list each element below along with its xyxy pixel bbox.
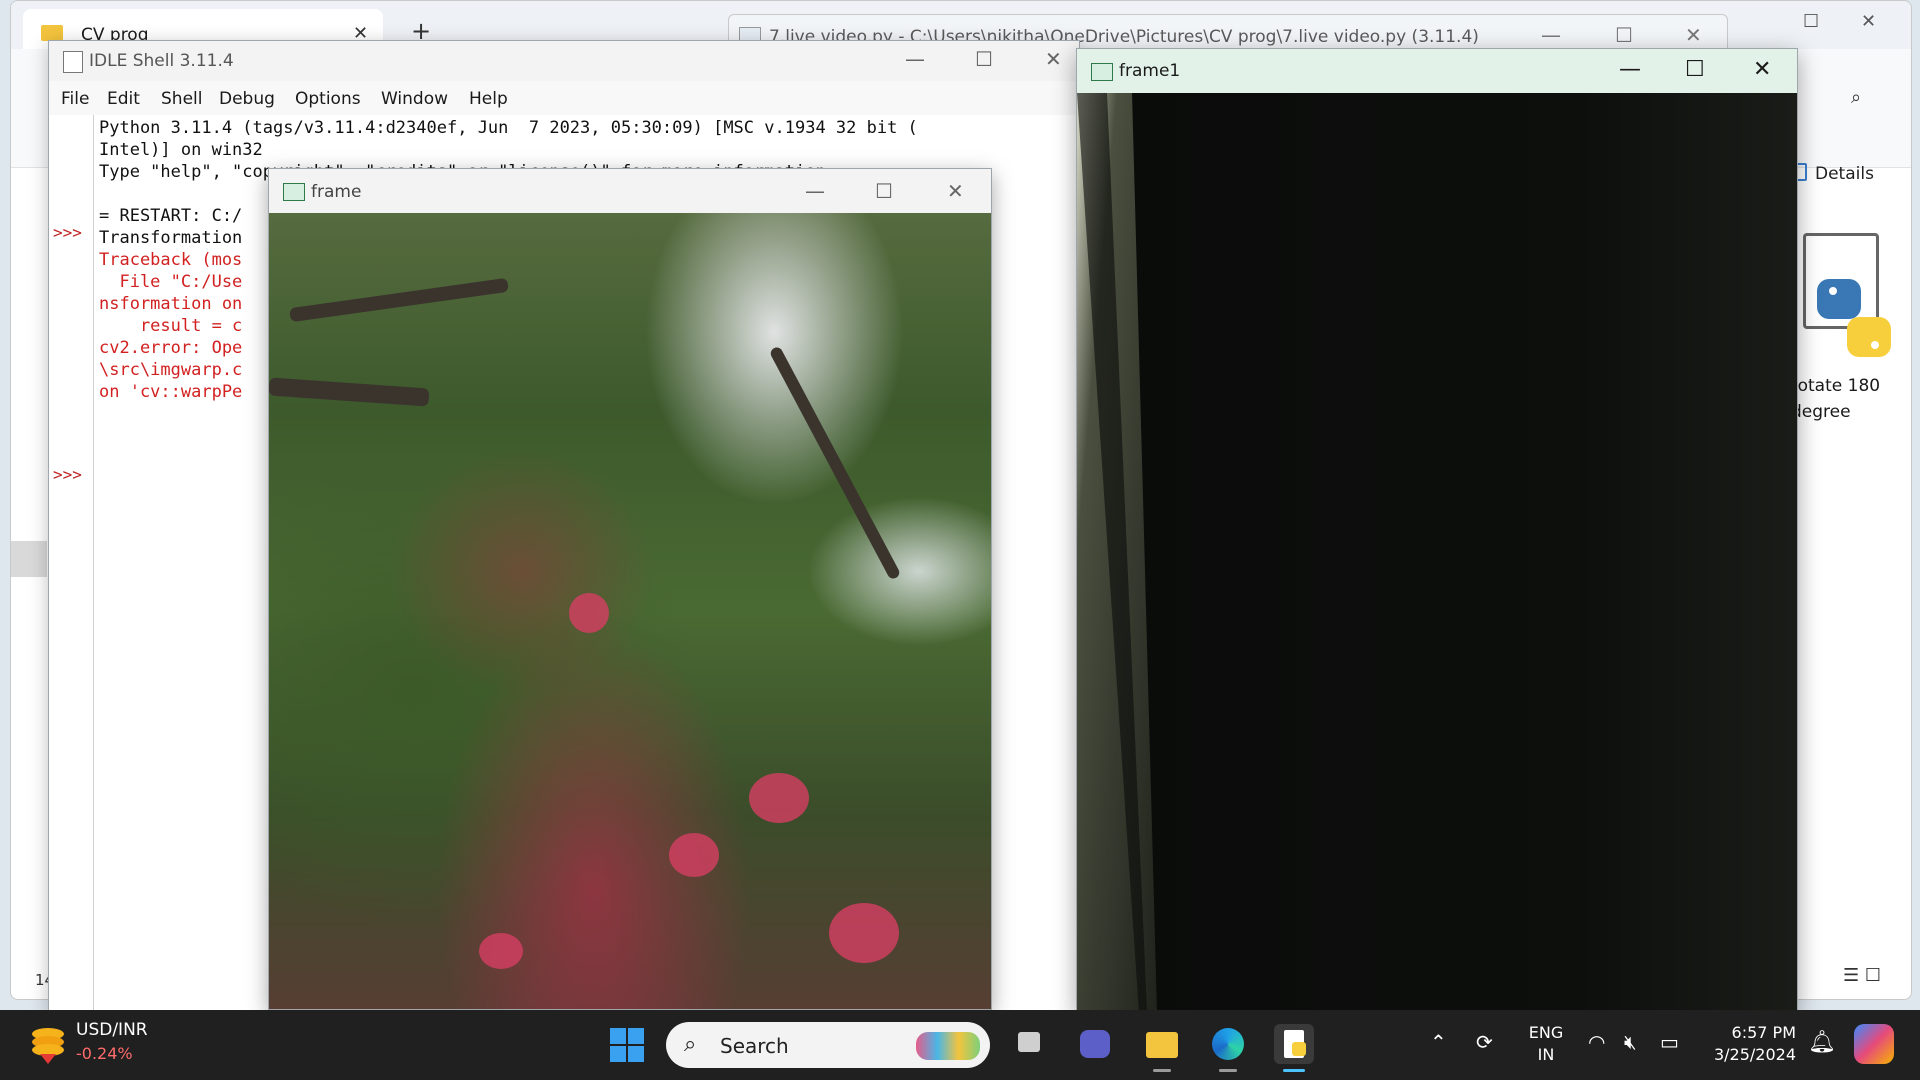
menu-edit[interactable]: Edit xyxy=(107,89,140,109)
maximize-icon[interactable]: ☐ xyxy=(1685,57,1705,82)
minimize-icon[interactable]: — xyxy=(905,47,925,71)
maximize-icon[interactable]: ☐ xyxy=(975,47,993,71)
task-view-icon[interactable] xyxy=(1010,1024,1050,1064)
warped-image-render xyxy=(1077,93,1797,1013)
search-icon[interactable]: ⌕ xyxy=(1851,87,1861,108)
notification-bell-icon[interactable]: 🔔︎ xyxy=(1808,1030,1836,1055)
close-icon[interactable]: ✕ xyxy=(1861,11,1876,32)
windows-logo-icon xyxy=(610,1046,626,1062)
edge-icon[interactable] xyxy=(1208,1024,1248,1072)
teams-icon[interactable] xyxy=(1076,1024,1116,1064)
lang-code: ENG xyxy=(1528,1023,1564,1042)
minimize-icon[interactable]: — xyxy=(1619,57,1641,82)
idle-titlebar[interactable]: IDLE Shell 3.11.4 — ☐ ✕ xyxy=(49,41,1079,81)
frame-titlebar[interactable]: frame — ☐ ✕ xyxy=(269,169,991,213)
maximize-icon[interactable]: ☐ xyxy=(1615,23,1633,47)
close-icon[interactable]: ✕ xyxy=(1753,57,1771,82)
windows-logo-icon xyxy=(610,1028,626,1044)
python-file-icon xyxy=(1817,279,1891,357)
minimize-icon[interactable]: — xyxy=(805,179,825,203)
maximize-icon[interactable]: ☐ xyxy=(1803,11,1819,32)
running-indicator xyxy=(1153,1069,1171,1072)
speaker-muted-icon[interactable]: 🔇︎ xyxy=(1624,1030,1637,1054)
folder-icon xyxy=(41,25,63,41)
opencv-window-icon xyxy=(283,183,305,201)
copilot-icon[interactable] xyxy=(1854,1024,1894,1064)
search-icon: ⌕ xyxy=(684,1032,697,1057)
shell-line: Python 3.11.4 (tags/v3.11.4:d2340ef, Jun… xyxy=(99,118,918,138)
taskbar-search[interactable]: ⌕ Search xyxy=(666,1022,990,1068)
warped-frame-image xyxy=(1077,93,1797,1013)
clock-time: 6:57 PM xyxy=(1731,1023,1796,1042)
tree-branch xyxy=(768,345,902,581)
frame-title: frame xyxy=(311,182,362,202)
close-icon[interactable]: ✕ xyxy=(1685,23,1702,47)
flower-cluster xyxy=(569,593,609,633)
tree-branch xyxy=(269,377,430,407)
flower-cluster xyxy=(479,933,523,969)
flower-cluster xyxy=(749,773,809,823)
flower-cluster xyxy=(669,833,719,877)
taskbar: USD/INR -0.24% ⌕ Search ⌃ ⟳ ENG IN ◠ 🔇︎ … xyxy=(0,1010,1920,1080)
close-icon[interactable]: ✕ xyxy=(947,179,964,203)
shell-prompt: >>> xyxy=(53,223,82,242)
frame1-window: frame1 — ☐ ✕ xyxy=(1076,48,1798,1014)
wifi-icon[interactable]: ◠ xyxy=(1588,1030,1605,1054)
shell-prompt: >>> xyxy=(53,465,82,484)
frame-window: frame — ☐ ✕ xyxy=(268,168,992,1010)
windows-logo-icon xyxy=(628,1028,644,1044)
minimize-icon[interactable]: — xyxy=(1541,23,1561,47)
currency-widget-icon[interactable] xyxy=(30,1024,66,1064)
search-highlight-icon xyxy=(916,1032,980,1060)
flower-cluster xyxy=(829,903,899,963)
lang-region: IN xyxy=(1537,1045,1555,1064)
frame1-title: frame1 xyxy=(1119,61,1181,81)
details-button[interactable]: Details xyxy=(1791,163,1874,184)
idle-title: IDLE Shell 3.11.4 xyxy=(89,51,234,71)
menu-file[interactable]: File xyxy=(61,89,89,109)
tree-branch xyxy=(289,277,509,323)
search-label: Search xyxy=(720,1034,789,1058)
idle-python-icon[interactable] xyxy=(1274,1024,1314,1072)
running-indicator xyxy=(1219,1069,1237,1072)
shell-line: Intel)] on win32 xyxy=(99,140,263,160)
sync-icon[interactable]: ⟳ xyxy=(1476,1030,1493,1054)
nav-pane-selection xyxy=(11,541,47,577)
file-name-line1: rotate 180 xyxy=(1791,376,1881,396)
maximize-icon[interactable]: ☐ xyxy=(875,179,893,203)
idle-app-icon xyxy=(63,51,83,73)
details-label: Details xyxy=(1815,164,1874,184)
video-frame-image xyxy=(269,213,991,1009)
ticker-change: -0.24% xyxy=(76,1044,133,1063)
show-hidden-icons-chevron-icon[interactable]: ⌃ xyxy=(1430,1030,1447,1054)
running-indicator xyxy=(1283,1069,1305,1072)
idle-menubar xyxy=(49,81,1079,115)
view-toggle-icons[interactable]: ☰ ☐ xyxy=(1843,965,1881,986)
menu-debug[interactable]: Debug xyxy=(219,89,275,109)
system-clock[interactable]: 6:57 PM 3/25/2024 xyxy=(1700,1022,1796,1066)
close-icon[interactable]: ✕ xyxy=(1045,47,1062,71)
menu-shell[interactable]: Shell xyxy=(161,89,202,109)
file-explorer-icon[interactable] xyxy=(1142,1024,1182,1072)
menu-window[interactable]: Window xyxy=(381,89,448,109)
opencv-window-icon xyxy=(1091,63,1113,81)
menu-options[interactable]: Options xyxy=(295,89,361,109)
input-language[interactable]: ENG IN xyxy=(1526,1022,1566,1066)
start-button[interactable] xyxy=(610,1028,644,1062)
file-name-line2: degree xyxy=(1791,402,1851,422)
windows-logo-icon xyxy=(628,1046,644,1062)
battery-icon[interactable]: ▭ xyxy=(1660,1030,1679,1054)
clock-date: 3/25/2024 xyxy=(1713,1045,1796,1064)
prompt-gutter: >>> >>> xyxy=(49,115,94,1013)
menu-help[interactable]: Help xyxy=(469,89,508,109)
ticker-symbol[interactable]: USD/INR xyxy=(76,1020,148,1040)
frame1-titlebar[interactable]: frame1 — ☐ ✕ xyxy=(1077,49,1797,93)
